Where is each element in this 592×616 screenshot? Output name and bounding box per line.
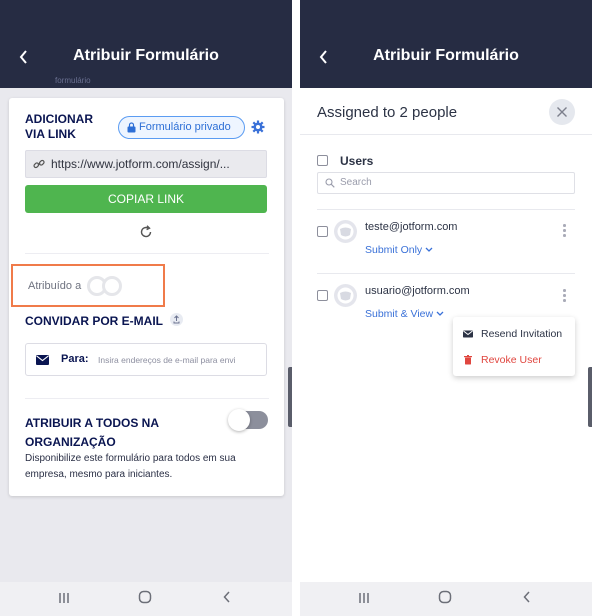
assigned-to-label: Atribuído a: [28, 280, 82, 292]
user-options-button[interactable]: [559, 223, 569, 239]
resend-invitation-item[interactable]: Resend Invitation: [453, 322, 575, 346]
share-link-value: https://www.jotform.com/assign/...: [51, 157, 230, 171]
user-role-label: Submit Only: [365, 244, 423, 256]
recents-button[interactable]: [354, 590, 374, 608]
kebab-icon: [563, 289, 566, 292]
assign-to-org-title: ATRIBUIR A TODOS NA ORGANIZAÇÃO: [25, 416, 159, 449]
divider: [25, 398, 269, 399]
back-icon: [523, 591, 530, 603]
mail-icon: [36, 355, 49, 365]
copy-link-button[interactable]: COPIAR LINK: [25, 185, 267, 213]
user-email: teste@jotform.com: [365, 221, 458, 233]
search-icon: [325, 178, 335, 188]
divider: [300, 134, 592, 135]
system-back-button[interactable]: [517, 590, 537, 608]
divider: [25, 253, 269, 254]
recents-button[interactable]: [54, 590, 74, 608]
recents-icon: [59, 593, 69, 603]
kebab-icon: [563, 224, 566, 227]
header-bar: Atribuir Formulário formulário: [0, 0, 292, 88]
user-role-label: Submit & View: [365, 308, 434, 320]
assign-to-org-description: Disponibilize este formulário para todos…: [25, 453, 236, 480]
share-icon[interactable]: [170, 313, 183, 326]
email-placeholder: Insira endereços de e-mail para envi: [98, 355, 236, 365]
email-to-label: Para:: [61, 353, 89, 365]
chevron-down-icon: [436, 311, 444, 316]
divider: [317, 209, 575, 210]
email-field[interactable]: Para: Insira endereços de e-mail para en…: [25, 343, 267, 376]
back-icon: [223, 591, 230, 603]
user-role-dropdown[interactable]: Submit Only: [365, 244, 433, 256]
close-icon: [557, 107, 567, 117]
search-placeholder: Search: [340, 177, 372, 188]
user-checkbox[interactable]: [317, 226, 328, 237]
kebab-icon: [563, 294, 566, 297]
close-button[interactable]: [549, 99, 575, 125]
avatar: [334, 284, 357, 307]
assign-to-org-toggle[interactable]: [228, 409, 268, 431]
share-card: ADICIONAR VIA LINK Formulário privado ht…: [9, 98, 284, 496]
system-navbar: [0, 582, 292, 616]
home-button[interactable]: [435, 590, 455, 608]
search-input[interactable]: Search: [317, 172, 575, 194]
header-bar: Atribuir Formulário: [300, 0, 592, 88]
assigned-count-title: Assigned to 2 people: [317, 104, 458, 121]
user-email: usuario@jotform.com: [365, 285, 470, 297]
scroll-indicator: [288, 367, 292, 427]
revoke-user-label: Revoke User: [481, 354, 542, 366]
kebab-icon: [563, 234, 566, 237]
add-via-link-title: ADICIONAR VIA LINK: [25, 112, 93, 141]
private-badge-label: Formulário privado: [139, 121, 231, 133]
system-navbar: [300, 582, 592, 616]
home-icon: [438, 590, 452, 604]
assigned-users-sheet: Assigned to 2 people Users Search teste@…: [300, 88, 592, 582]
link-icon: [33, 159, 45, 169]
home-button[interactable]: [135, 590, 155, 608]
recents-icon: [359, 593, 369, 603]
page-title: Atribuir Formulário: [373, 47, 519, 64]
toggle-knob: [228, 409, 250, 431]
users-label: Users: [340, 154, 374, 168]
left-screen: Atribuir Formulário formulário ADICIONAR…: [0, 0, 292, 616]
resend-invitation-label: Resend Invitation: [481, 328, 563, 340]
trash-icon: [464, 355, 472, 365]
select-all-checkbox[interactable]: [317, 155, 328, 166]
assigned-to-highlight[interactable]: Atribuído a: [11, 264, 165, 307]
user-checkbox[interactable]: [317, 290, 328, 301]
home-icon: [138, 590, 152, 604]
avatar: [334, 220, 357, 243]
avatar: [102, 276, 122, 296]
private-form-badge[interactable]: Formulário privado: [118, 116, 245, 139]
user-role-dropdown[interactable]: Submit & View: [365, 308, 444, 320]
page-title: Atribuir Formulário: [73, 47, 219, 64]
gear-icon[interactable]: [251, 120, 265, 134]
divider: [317, 273, 575, 274]
user-options-button[interactable]: [559, 288, 569, 304]
lock-icon: [127, 122, 136, 133]
right-screen: Atribuir Formulário Assigned to 2 people…: [300, 0, 592, 616]
kebab-icon: [563, 229, 566, 232]
user-options-menu: Resend Invitation Revoke User: [453, 317, 575, 376]
revoke-user-item[interactable]: Revoke User: [453, 348, 575, 372]
chevron-down-icon: [425, 247, 433, 252]
share-link-field[interactable]: https://www.jotform.com/assign/...: [25, 150, 267, 178]
system-back-button[interactable]: [217, 590, 237, 608]
invite-by-email-title: CONVIDAR POR E-MAIL: [25, 314, 163, 328]
kebab-icon: [563, 299, 566, 302]
faint-header-text: formulário: [55, 76, 91, 85]
scroll-indicator: [588, 367, 592, 427]
refresh-icon[interactable]: [139, 225, 153, 239]
mail-icon: [463, 330, 473, 338]
